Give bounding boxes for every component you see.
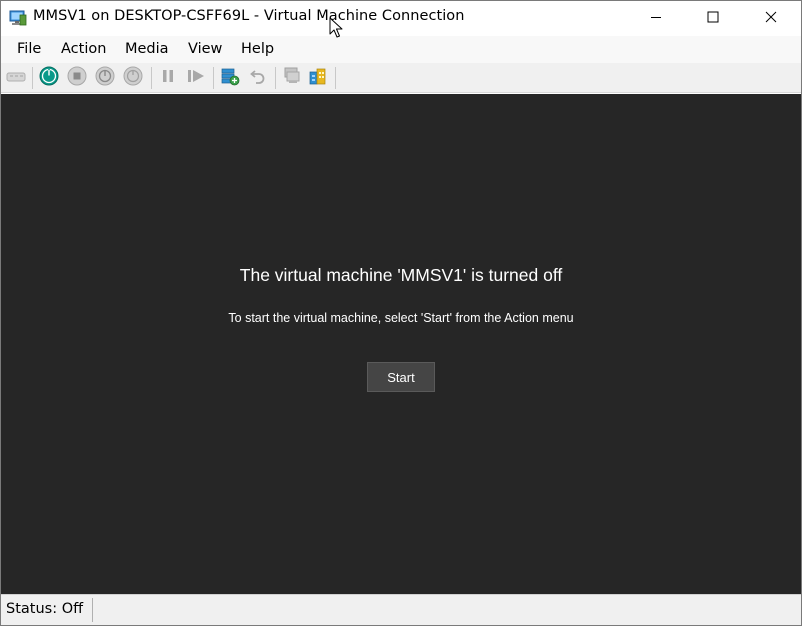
toolbar: [1, 63, 801, 93]
ctrl-alt-del-icon: [6, 69, 26, 88]
turn-off-button[interactable]: [66, 66, 88, 90]
maximize-icon: [707, 8, 719, 27]
checkpoint-button[interactable]: [219, 67, 241, 89]
menu-file[interactable]: File: [17, 41, 41, 57]
menu-bar: File Action Media View Help: [1, 36, 801, 63]
menu-help[interactable]: Help: [241, 41, 274, 57]
toolbar-separator: [275, 67, 276, 89]
resume-button[interactable]: [185, 67, 207, 89]
pause-icon: [160, 68, 176, 88]
save-icon: [123, 66, 143, 90]
window-title: MMSV1 on DESKTOP-CSFF69L - Virtual Machi…: [33, 8, 465, 24]
ctrl-alt-del-button[interactable]: [5, 67, 27, 89]
status-text: Status: Off: [6, 601, 84, 617]
toolbar-separator: [335, 67, 336, 89]
shut-down-button[interactable]: [94, 66, 116, 90]
shut-down-icon: [95, 66, 115, 90]
toolbar-separator: [32, 67, 33, 89]
hyper-v-vm-icon: [9, 10, 27, 26]
pause-button[interactable]: [157, 67, 179, 89]
vm-start-instruction: To start the virtual machine, select 'St…: [228, 311, 574, 325]
start-toolbar-button[interactable]: [38, 66, 60, 90]
menu-view[interactable]: View: [188, 41, 222, 57]
checkpoint-icon: [220, 66, 240, 90]
turn-off-icon: [67, 66, 87, 90]
save-button[interactable]: [122, 66, 144, 90]
menu-action[interactable]: Action: [61, 41, 106, 57]
resume-icon: [187, 68, 205, 88]
title-bar[interactable]: MMSV1 on DESKTOP-CSFF69L - Virtual Machi…: [1, 1, 801, 34]
enhanced-session-button[interactable]: [281, 67, 303, 89]
share-icon: [308, 66, 328, 90]
close-icon: [765, 8, 777, 27]
enhanced-session-icon: [282, 66, 302, 90]
mouse-cursor-icon: [329, 17, 343, 39]
share-button[interactable]: [307, 67, 329, 89]
menu-media[interactable]: Media: [125, 41, 169, 57]
close-button[interactable]: [748, 1, 794, 34]
start-button[interactable]: Start: [367, 362, 435, 392]
status-bar: Status: Off: [1, 594, 801, 625]
vm-display[interactable]: The virtual machine 'MMSV1' is turned of…: [1, 94, 801, 594]
minimize-button[interactable]: [633, 1, 679, 34]
toolbar-separator: [213, 67, 214, 89]
vm-off-heading: The virtual machine 'MMSV1' is turned of…: [239, 265, 563, 285]
maximize-button[interactable]: [690, 1, 736, 34]
start-icon: [39, 66, 59, 90]
revert-icon: [249, 67, 267, 89]
vm-connection-window: MMSV1 on DESKTOP-CSFF69L - Virtual Machi…: [0, 0, 802, 626]
revert-button[interactable]: [247, 67, 269, 89]
status-separator: [92, 598, 93, 622]
minimize-icon: [650, 8, 662, 27]
toolbar-separator: [151, 67, 152, 89]
